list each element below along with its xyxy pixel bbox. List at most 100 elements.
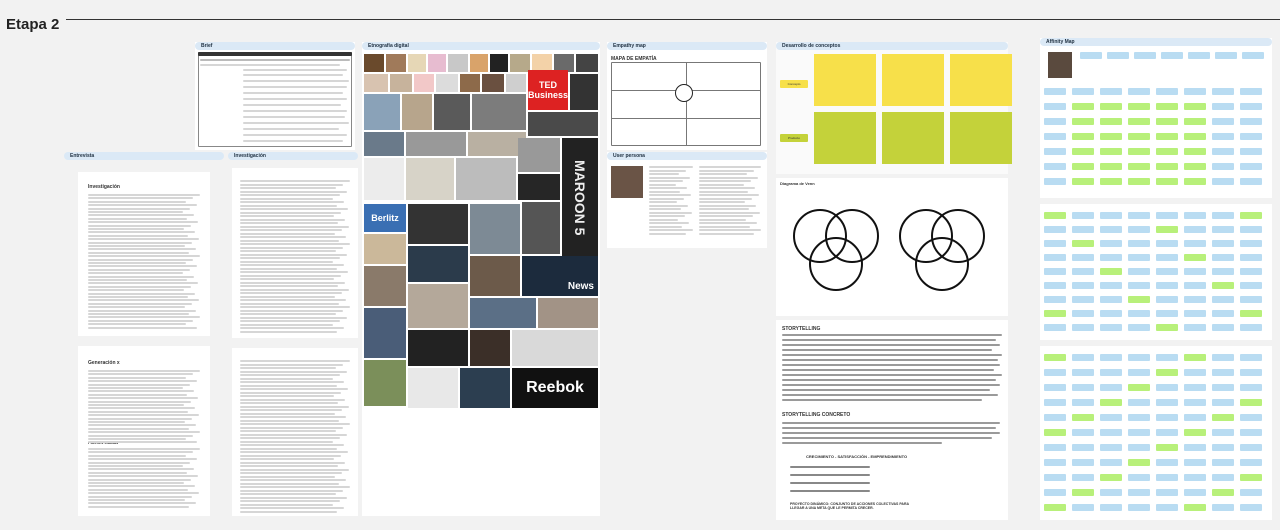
text-line — [240, 208, 348, 210]
concept-tag-2-label: Producto — [787, 136, 800, 140]
venn-board[interactable]: Diagrama de Venn — [776, 178, 1008, 316]
text-line — [699, 218, 746, 221]
text-line — [88, 255, 200, 258]
investigacion-header: Investigación — [228, 152, 358, 160]
affinity-note — [1128, 178, 1150, 185]
etnografia-board[interactable]: Etnografía digital TED Business MAROON 5 — [362, 42, 600, 516]
affinity-board-2[interactable] — [1040, 204, 1272, 340]
affinity-note — [1100, 324, 1122, 331]
text-line — [240, 391, 341, 394]
affinity-note — [1044, 282, 1066, 289]
text-line — [240, 271, 348, 273]
stage-divider — [66, 19, 1280, 20]
affinity-note — [1240, 212, 1262, 219]
empathy-board[interactable]: Empathy map MAPA DE EMPATÍA — [607, 42, 767, 150]
affinity-note — [1212, 148, 1234, 155]
text-line — [240, 232, 335, 235]
affinity-note — [1072, 489, 1094, 496]
affinity-note — [1184, 384, 1206, 391]
affinity-note — [1212, 354, 1234, 361]
affinity-note — [1184, 310, 1206, 317]
affinity-note — [1184, 296, 1206, 303]
text-line — [699, 201, 745, 203]
affinity-note — [1240, 148, 1262, 155]
affinity-note — [1072, 474, 1094, 481]
text-line — [240, 430, 336, 432]
affinity-board-3[interactable] — [1040, 346, 1272, 520]
sticky-6 — [950, 112, 1012, 164]
affinity-note — [1044, 414, 1066, 421]
text-line — [240, 229, 342, 231]
affinity-note — [1044, 474, 1066, 481]
affinity-note — [1128, 148, 1150, 155]
affinity-note — [1184, 103, 1206, 110]
affinity-note — [1184, 226, 1206, 233]
affinity-note — [1044, 212, 1066, 219]
affinity-note — [1184, 399, 1206, 406]
conceptos-board[interactable]: Desarrollo de conceptos Concepto Product… — [776, 42, 1012, 174]
text-line — [240, 486, 350, 488]
affinity-note — [1240, 324, 1262, 331]
text-line — [88, 200, 186, 203]
affinity-note — [1156, 178, 1178, 185]
ted-photo: TED Business — [528, 70, 568, 110]
affinity-note — [1212, 369, 1234, 376]
affinity-note — [1212, 118, 1234, 125]
text-line — [240, 295, 335, 298]
affinity-note — [1072, 178, 1094, 185]
entrevista-doc-1[interactable]: Investigación — [78, 172, 210, 336]
text-line — [88, 272, 183, 275]
text-line — [240, 451, 348, 453]
text-line — [240, 222, 338, 224]
entrevista-doc-2[interactable]: Generación x Fuentes citadas — [78, 346, 210, 516]
text-line — [649, 229, 693, 231]
text-line — [88, 478, 191, 481]
photo-40 — [408, 284, 468, 328]
affinity-note — [1044, 240, 1066, 247]
affinity-note — [1128, 296, 1150, 303]
affinity-note — [1156, 163, 1178, 170]
affinity-note — [1072, 226, 1094, 233]
affinity-note — [1128, 414, 1150, 421]
text-line — [649, 215, 685, 217]
text-line — [88, 265, 197, 268]
affinity-note — [1156, 88, 1178, 95]
photo-24 — [528, 112, 598, 136]
affinity-note — [1044, 163, 1066, 170]
affinity-note — [1156, 369, 1178, 376]
brief-board[interactable]: Brief — [195, 42, 355, 150]
text-line — [240, 320, 340, 322]
concept-tag-2: Producto — [780, 134, 808, 142]
persona-board[interactable]: User persona — [607, 152, 767, 248]
text-line — [88, 245, 185, 247]
text-line — [240, 330, 337, 333]
text-line — [88, 248, 196, 251]
affinity-note — [1184, 489, 1206, 496]
text-line — [88, 309, 196, 312]
news-label: News — [567, 281, 594, 292]
affinity-note — [1044, 118, 1066, 125]
affinity-note — [1240, 163, 1262, 170]
affinity-note — [1240, 310, 1262, 317]
brief-title: Brief — [201, 43, 213, 49]
affinity-note — [1184, 504, 1206, 511]
affinity-note — [1156, 268, 1178, 275]
investigacion-doc-1[interactable] — [232, 168, 358, 338]
investigacion-doc-2[interactable] — [232, 348, 358, 516]
affinity-note — [1184, 282, 1206, 289]
storytelling-board[interactable]: STORYTELLING STORYTELLING CONCRETO CRECI… — [776, 320, 1008, 520]
text-line — [649, 190, 680, 193]
text-line — [240, 444, 344, 446]
text-line — [88, 461, 190, 464]
text-line — [88, 241, 192, 244]
affinity-note — [1128, 474, 1150, 481]
affinity-note — [1156, 324, 1178, 331]
text-line — [240, 472, 342, 474]
affinity-note — [1044, 268, 1066, 275]
text-line — [240, 194, 340, 196]
photo-48 — [408, 368, 458, 408]
text-line — [240, 292, 342, 294]
affinity-board[interactable]: Affinity Map — [1040, 38, 1272, 198]
text-line — [240, 489, 343, 492]
photo-41 — [470, 298, 536, 328]
